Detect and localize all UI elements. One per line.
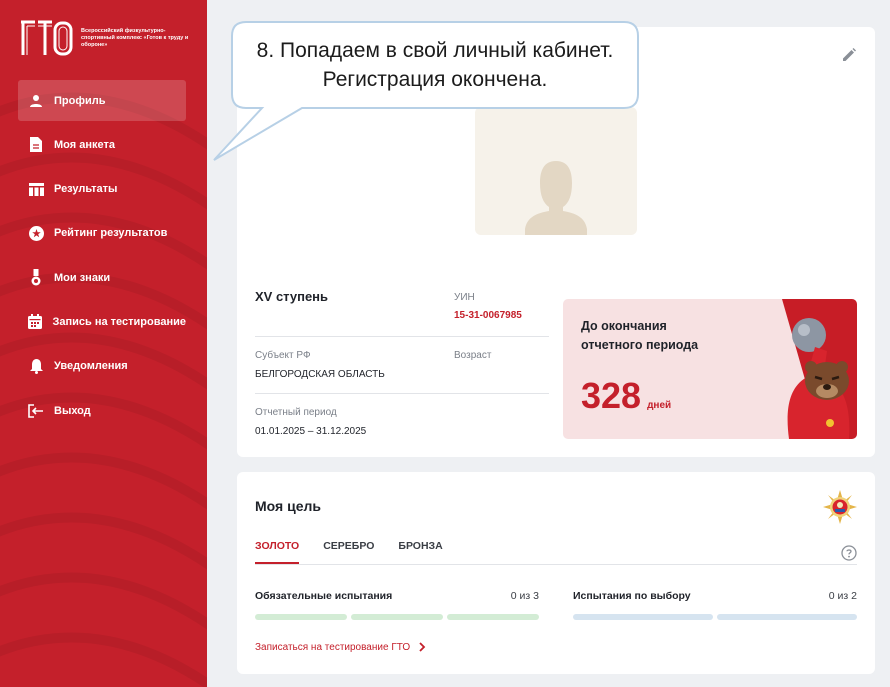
logo-tagline: Всероссийский физкультурно-спортивный ко…	[81, 27, 189, 48]
mandatory-tests-title: Обязательные испытания	[255, 590, 393, 602]
sidebar-item-label: Результаты	[54, 183, 118, 196]
sidebar-item-label: Профиль	[54, 94, 106, 107]
optional-tests-count: 0 из 2	[828, 590, 857, 602]
progress-segment	[351, 614, 443, 620]
avatar-placeholder-icon	[525, 161, 587, 235]
sidebar-item-testing-signup[interactable]: Запись на тестирование	[18, 301, 186, 342]
goal-card: Моя цель ЗОЛОТО СЕРЕБРО БРОНЗА Обязатель…	[237, 472, 875, 674]
divider	[255, 336, 549, 337]
period-label: Отчетный период	[255, 407, 337, 418]
sidebar-item-results[interactable]: Результаты	[18, 169, 186, 210]
person-icon	[28, 93, 44, 109]
period-field: Отчетный период 01.01.2025 – 31.12.2025	[255, 407, 366, 437]
sidebar-item-profile[interactable]: Профиль	[18, 80, 186, 121]
calendar-icon	[28, 314, 43, 330]
gold-badge-icon	[823, 490, 857, 524]
optional-tests-block: Испытания по выбору 0 из 2	[573, 590, 857, 620]
countdown-number: 328	[581, 375, 642, 416]
pencil-icon[interactable]	[841, 47, 857, 63]
avatar[interactable]	[475, 107, 637, 235]
bear-mascot-illustration	[782, 299, 857, 439]
table-icon	[28, 181, 44, 197]
subject-value: БЕЛГОРОДСКАЯ ОБЛАСТЬ	[255, 369, 385, 380]
sidebar-item-rating[interactable]: Рейтинг результатов	[18, 213, 186, 254]
tab-bronze[interactable]: БРОНЗА	[398, 540, 442, 564]
divider	[255, 393, 549, 394]
sidebar-item-badges[interactable]: Мои знаки	[18, 257, 186, 298]
gto-logo-mark	[21, 20, 73, 56]
uin-value: 15-31-0067985	[454, 310, 522, 321]
progress-segment	[447, 614, 539, 620]
medal-tabs: ЗОЛОТО СЕРЕБРО БРОНЗА	[255, 540, 467, 564]
sidebar-item-label: Запись на тестирование	[52, 315, 187, 328]
optional-progress	[573, 614, 857, 620]
sidebar-nav: Профиль Моя анкета Результаты Рейтинг ре…	[18, 80, 186, 434]
sidebar-item-label: Моя анкета	[54, 138, 115, 151]
star-icon	[28, 225, 44, 241]
help-icon[interactable]	[841, 545, 857, 561]
chevron-right-icon	[419, 642, 426, 652]
sidebar: Всероссийский физкультурно-спортивный ко…	[0, 0, 207, 687]
countdown-unit: дней	[647, 400, 672, 411]
sidebar-item-label: Мои знаки	[54, 271, 111, 284]
age-field: Возраст	[454, 350, 491, 361]
gto-logo[interactable]: Всероссийский физкультурно-спортивный ко…	[18, 18, 193, 58]
progress-segment	[255, 614, 347, 620]
medal-icon	[28, 269, 44, 286]
mandatory-tests-count: 0 из 3	[510, 590, 539, 602]
document-icon	[28, 137, 44, 153]
optional-tests-title: Испытания по выбору	[573, 590, 691, 602]
tab-gold[interactable]: ЗОЛОТО	[255, 540, 300, 564]
uin-label: УИН	[454, 292, 475, 303]
period-value: 01.01.2025 – 31.12.2025	[255, 426, 367, 437]
period-countdown-banner: До окончания отчетного периода 328 дней	[563, 299, 857, 439]
sidebar-item-label: Выход	[54, 404, 91, 417]
mandatory-tests-block: Обязательные испытания 0 из 3	[255, 590, 539, 620]
countdown-title: До окончания отчетного периода	[581, 319, 699, 352]
tabs-divider	[255, 564, 857, 565]
goal-title: Моя цель	[255, 498, 321, 514]
subject-field: Субъект РФ БЕЛГОРОДСКАЯ ОБЛАСТЬ	[255, 350, 385, 380]
bell-icon	[28, 358, 44, 374]
signup-testing-label: Записаться на тестирование ГТО	[255, 641, 411, 653]
progress-segment	[573, 614, 713, 620]
logout-icon	[28, 403, 44, 419]
subject-label: Субъект РФ	[255, 350, 311, 361]
tab-silver[interactable]: СЕРЕБРО	[323, 540, 374, 564]
level-title: XV ступень	[255, 289, 329, 304]
sidebar-item-notifications[interactable]: Уведомления	[18, 346, 186, 387]
mandatory-progress	[255, 614, 539, 620]
countdown-days: 328 дней	[581, 375, 671, 417]
progress-segment	[717, 614, 857, 620]
signup-testing-link[interactable]: Записаться на тестирование ГТО	[255, 641, 428, 653]
sidebar-item-label: Уведомления	[54, 360, 128, 373]
sidebar-item-logout[interactable]: Выход	[18, 390, 186, 431]
sidebar-item-label: Рейтинг результатов	[54, 227, 168, 240]
tutorial-callout-text: 8. Попадаем в свой личный кабинет. Регис…	[256, 39, 614, 91]
sidebar-item-my-form[interactable]: Моя анкета	[18, 124, 186, 165]
age-label: Возраст	[454, 350, 492, 361]
